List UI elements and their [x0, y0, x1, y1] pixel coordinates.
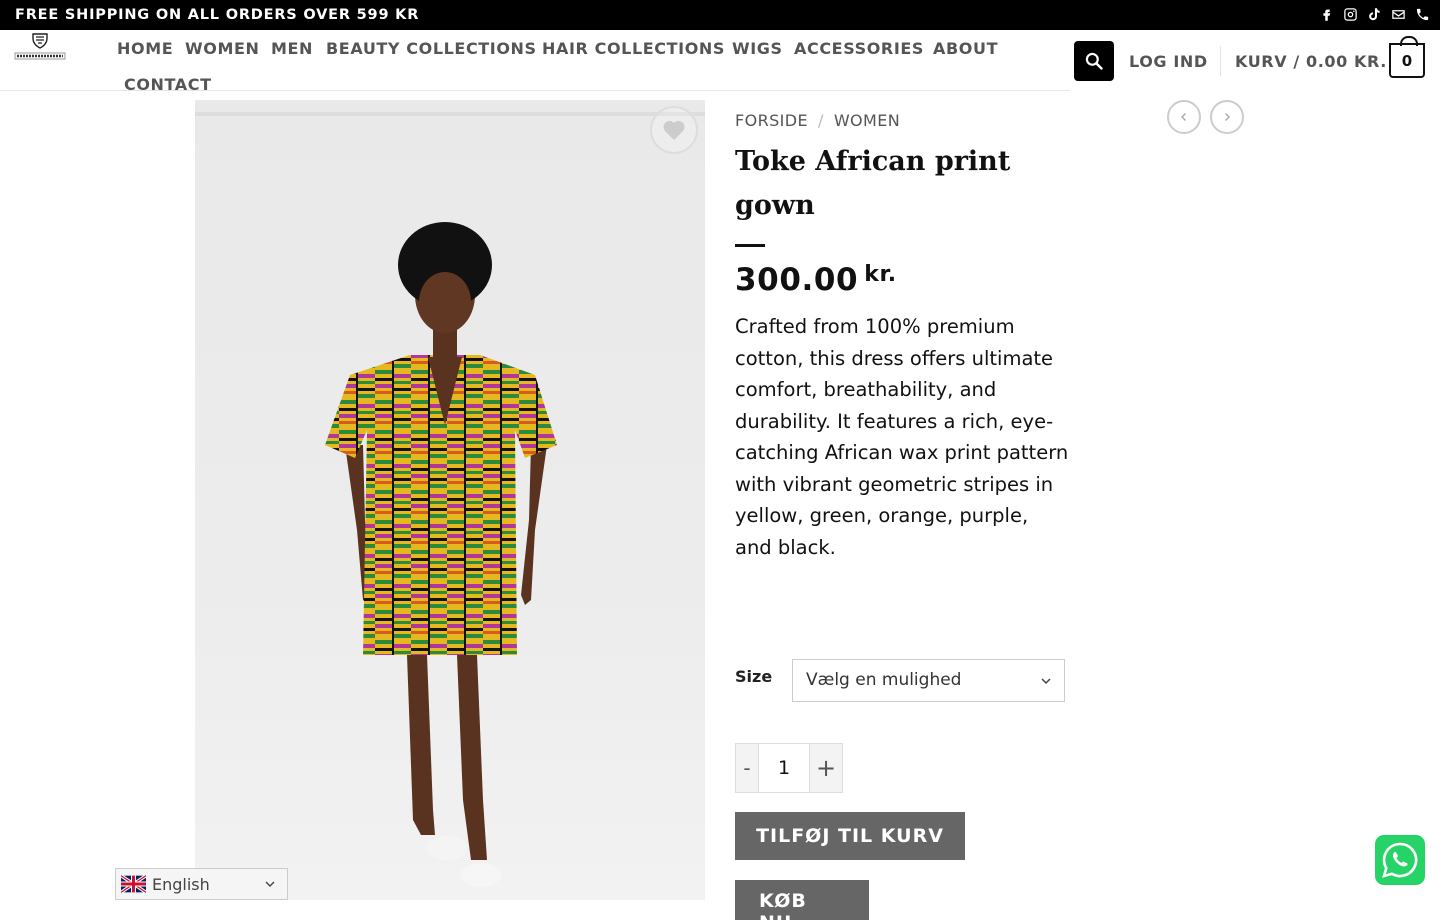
product-image[interactable]: [195, 100, 705, 900]
uk-flag-icon: [121, 875, 146, 893]
search-button[interactable]: [1074, 41, 1114, 81]
product-title: Toke African print gown: [735, 146, 1011, 221]
language-current: English: [152, 874, 210, 894]
buy-now-button[interactable]: KØB NU: [735, 880, 869, 920]
breadcrumb-separator: /: [818, 111, 824, 130]
breadcrumb-home[interactable]: FORSIDE: [735, 111, 808, 130]
product-price: 300.00 kr.: [735, 262, 897, 298]
cart-link[interactable]: KURV / 0.00 KR.: [1235, 52, 1387, 71]
previous-product-button[interactable]: [1167, 100, 1201, 134]
nav-item-about[interactable]: ABOUT: [933, 39, 998, 58]
nav-item-women[interactable]: WOMEN: [185, 39, 260, 58]
nav-item-wigs[interactable]: WIGS: [732, 39, 783, 58]
chevron-left-icon: [1181, 113, 1186, 121]
nav-item-accessories[interactable]: ACCESSORIES: [794, 39, 924, 58]
search-icon: [1085, 52, 1103, 70]
heart-icon: [663, 120, 685, 140]
login-link[interactable]: LOG IND: [1129, 52, 1208, 71]
site-logo[interactable]: [14, 32, 66, 62]
quantity-increase-button[interactable]: +: [809, 743, 843, 793]
quantity-input[interactable]: 1: [759, 743, 809, 793]
wishlist-button[interactable]: [650, 106, 698, 154]
cart-count-badge[interactable]: 0: [1389, 36, 1425, 78]
quantity-stepper: - 1 +: [735, 743, 843, 793]
title-divider: [735, 244, 765, 247]
add-to-cart-button[interactable]: TILFØJ TIL KURV: [735, 812, 965, 860]
nav-item-hair-collections[interactable]: HAIR COLLECTIONS: [542, 39, 725, 58]
price-currency: kr.: [864, 262, 897, 287]
chevron-down-icon: [265, 881, 275, 887]
quantity-decrease-button[interactable]: -: [735, 743, 759, 793]
facebook-icon[interactable]: [1318, 6, 1334, 23]
next-product-button[interactable]: [1210, 100, 1244, 134]
breadcrumb: FORSIDE / WOMEN: [735, 111, 900, 130]
instagram-icon[interactable]: [1342, 6, 1358, 23]
email-icon[interactable]: [1390, 6, 1406, 23]
header-separator: [1220, 46, 1221, 76]
size-select[interactable]: Vælg en mulighed: [792, 659, 1065, 702]
phone-icon[interactable]: [1414, 6, 1430, 23]
size-select-value: Vælg en mulighed: [806, 670, 962, 690]
size-label: Size: [735, 667, 773, 686]
nav-item-contact[interactable]: CONTACT: [124, 75, 212, 94]
whatsapp-icon: [1382, 842, 1418, 878]
nav-item-men[interactable]: MEN: [271, 39, 313, 58]
nav-item-beauty-collections[interactable]: BEAUTY COLLECTIONS: [326, 39, 537, 58]
social-links: [1318, 6, 1430, 23]
breadcrumb-category[interactable]: WOMEN: [834, 111, 900, 130]
language-switcher[interactable]: English: [115, 868, 288, 900]
free-shipping-promo: FREE SHIPPING ON ALL ORDERS OVER 599 KR: [15, 7, 420, 23]
tiktok-icon[interactable]: [1366, 6, 1382, 23]
whatsapp-chat-button[interactable]: [1375, 835, 1425, 885]
chevron-right-icon: [1225, 113, 1230, 121]
price-amount: 300.00: [735, 262, 859, 298]
chevron-down-icon: [1041, 678, 1051, 685]
nav-item-home[interactable]: HOME: [117, 39, 173, 58]
product-description: Crafted from 100% premium cotton, this d…: [735, 315, 1069, 559]
top-promo-bar: FREE SHIPPING ON ALL ORDERS OVER 599 KR: [0, 0, 1440, 30]
